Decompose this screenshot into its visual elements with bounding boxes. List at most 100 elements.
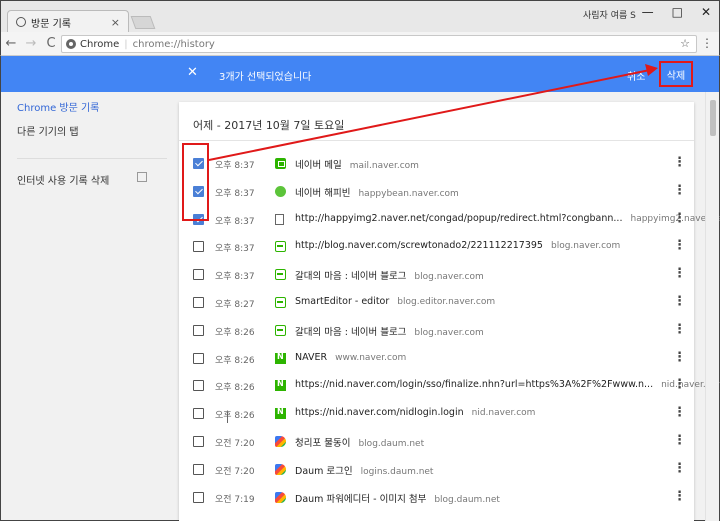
entry-domain: logins.daum.net	[360, 466, 434, 477]
clear-browsing-label: 인터넷 사용 기록 삭제	[17, 176, 110, 187]
row-checkbox[interactable]	[193, 269, 204, 281]
omnibox-url[interactable]: chrome://history	[133, 39, 215, 50]
history-row[interactable]: 오전 7:20 청리포 물동이 blog.daum.net ⋮	[179, 428, 694, 456]
more-actions-icon[interactable]: ⋮	[673, 155, 686, 170]
entry-link[interactable]: 갈대의 마음 : 네이버 블로그 blog.naver.com	[295, 268, 484, 282]
entry-link[interactable]: http://happyimg2.naver.net/congad/popup/…	[295, 213, 720, 224]
more-actions-icon[interactable]: ⋮	[673, 238, 686, 253]
visit-time: 오후 8:26	[215, 383, 255, 394]
page-scrollbar[interactable]	[705, 92, 719, 521]
visit-time: 오후 8:26	[215, 327, 255, 338]
tab-history[interactable]: 방문 기록 ×	[7, 10, 129, 33]
history-row[interactable]: 오후 8:26 https://nid.naver.com/login/sso/f…	[179, 372, 720, 400]
sidebar-item-chrome-history[interactable]: Chrome 방문 기록	[17, 102, 157, 126]
more-actions-icon[interactable]: ⋮	[673, 405, 686, 420]
more-actions-icon[interactable]: ⋮	[673, 211, 686, 226]
entry-link[interactable]: http://blog.naver.com/screwtonado2/22111…	[295, 240, 620, 251]
sidebar-divider	[17, 158, 167, 159]
bookmark-star-icon[interactable]: ☆	[680, 37, 690, 50]
entry-title[interactable]: http://blog.naver.com/screwtonado2/22111…	[295, 240, 543, 251]
reload-icon[interactable]: C	[41, 36, 61, 51]
more-actions-icon[interactable]: ⋮	[673, 266, 686, 281]
row-checkbox[interactable]	[193, 297, 204, 308]
row-checkbox[interactable]	[193, 491, 204, 503]
profile-name[interactable]: 사림자 여름 S	[583, 8, 636, 21]
sidebar-item-clear-browsing-data[interactable]: 인터넷 사용 기록 삭제	[17, 172, 157, 187]
sidebar-item-other-devices[interactable]: 다른 기기의 탭	[17, 126, 157, 150]
clear-selection-icon[interactable]: ✕	[187, 65, 198, 80]
history-sidebar: Chrome 방문 기록 다른 기기의 탭 인터넷 사용 기록 삭제	[17, 102, 167, 187]
visit-time: 오후 8:27	[215, 300, 255, 310]
entry-link[interactable]: https://nid.naver.com/login/sso/finalize…	[295, 379, 720, 390]
visit-time: 오전 7:20	[215, 439, 255, 449]
close-window-icon[interactable]: ✕	[701, 5, 711, 19]
entry-title[interactable]: 갈대의 마음 : 네이버 블로그	[295, 271, 406, 282]
entry-link[interactable]: SmartEditor - editor blog.editor.naver.co…	[295, 296, 495, 307]
entry-link[interactable]: 네이버 해피빈 happybean.naver.com	[295, 185, 459, 199]
more-actions-icon[interactable]: ⋮	[673, 377, 686, 392]
back-icon[interactable]: ←	[1, 36, 21, 51]
minimize-icon[interactable]: —	[642, 5, 654, 19]
history-row[interactable]: 오후 8:37 갈대의 마음 : 네이버 블로그 blog.naver.com ⋮	[179, 261, 694, 289]
more-actions-icon[interactable]: ⋮	[673, 461, 686, 476]
history-row[interactable]: 오후 8:37 http://happyimg2.naver.net/congad…	[179, 206, 720, 234]
entry-title[interactable]: 청리포 물동이	[295, 438, 350, 449]
history-row[interactable]: 오후 8:26 NAVER www.naver.com ⋮	[179, 345, 694, 373]
entry-link[interactable]: Daum 로그인 logins.daum.net	[295, 463, 433, 477]
row-checkbox[interactable]	[193, 463, 204, 475]
scrollbar-thumb[interactable]	[710, 100, 716, 136]
more-actions-icon[interactable]: ⋮	[673, 183, 686, 198]
history-row[interactable]: 오후 8:27 SmartEditor - editor blog.editor.n…	[179, 289, 694, 317]
entry-title[interactable]: 갈대의 마음 : 네이버 블로그	[295, 327, 406, 338]
address-bar[interactable]: Chrome | chrome://history ☆	[61, 35, 697, 53]
history-row[interactable]: 오후 8:37 http://blog.naver.com/screwtonado…	[179, 233, 694, 261]
entry-link[interactable]: NAVER www.naver.com	[295, 352, 406, 363]
entry-domain: blog.naver.com	[414, 272, 484, 283]
history-row[interactable]: 오후 8:37 네이버 해피빈 happybean.naver.com ⋮	[179, 178, 694, 206]
entry-domain: blog.naver.com	[550, 241, 621, 252]
naver-n-icon	[275, 352, 286, 364]
entry-link[interactable]: 네이버 메일 mail.naver.com	[295, 157, 419, 171]
entry-title[interactable]: https://nid.naver.com/login/sso/finalize…	[295, 379, 653, 390]
entry-title[interactable]: 네이버 메일	[295, 160, 342, 171]
entry-title[interactable]: SmartEditor - editor	[295, 296, 389, 307]
entry-title[interactable]: Daum 파워에디터 - 이미지 첨부	[295, 494, 426, 505]
entry-link[interactable]: Daum 파워에디터 - 이미지 첨부 blog.daum.net	[295, 491, 500, 505]
row-checkbox[interactable]	[193, 408, 204, 420]
entry-title[interactable]: 네이버 해피빈	[295, 188, 350, 199]
history-row[interactable]: 오후 8:37 네이버 메일 mail.naver.com ⋮	[179, 150, 694, 178]
visit-time: 오후 8:37	[215, 216, 255, 227]
more-actions-icon[interactable]: ⋮	[673, 350, 686, 365]
more-actions-icon[interactable]: ⋮	[673, 489, 686, 504]
delete-button[interactable]: 삭제	[659, 61, 693, 87]
history-row[interactable]: 오전 7:19 Daum 파워에디터 - 이미지 첨부 blog.daum.net ⋮	[179, 484, 694, 512]
row-checkbox[interactable]	[193, 352, 204, 364]
more-actions-icon[interactable]: ⋮	[673, 433, 686, 448]
history-row[interactable]: 오후 8:26 https://nid.naver.com/nidlogin.lo…	[179, 400, 694, 428]
more-actions-icon[interactable]: ⋮	[673, 294, 686, 309]
entry-title[interactable]: NAVER	[295, 352, 327, 363]
entry-title[interactable]: Daum 로그인	[295, 466, 353, 477]
history-row[interactable]: 오후 8:26 갈대의 마음 : 네이버 블로그 blog.naver.com ⋮	[179, 317, 694, 345]
chrome-menu-icon[interactable]: ⋮	[701, 36, 713, 50]
entry-title[interactable]: https://nid.naver.com/nidlogin.login	[295, 407, 464, 418]
entry-link[interactable]: https://nid.naver.com/nidlogin.login nid.…	[295, 407, 535, 418]
open-external-icon	[137, 172, 147, 182]
history-row[interactable]: 오전 7:20 Daum 로그인 logins.daum.net ⋮	[179, 456, 694, 484]
tab-close-icon[interactable]: ×	[111, 16, 128, 29]
more-actions-icon[interactable]: ⋮	[673, 322, 686, 337]
maximize-icon[interactable]: □	[672, 5, 683, 19]
row-checkbox[interactable]	[193, 324, 204, 336]
forward-icon[interactable]: →	[21, 36, 41, 51]
row-checkbox[interactable]	[193, 380, 204, 392]
row-checkbox[interactable]	[193, 241, 204, 253]
daum-icon	[275, 436, 286, 447]
row-checkbox[interactable]	[193, 436, 204, 447]
new-tab-button[interactable]	[130, 16, 156, 29]
entry-link[interactable]: 청리포 물동이 blog.daum.net	[295, 435, 424, 449]
cancel-button[interactable]: 취소	[627, 68, 645, 83]
happybean-icon	[275, 185, 286, 197]
entry-link[interactable]: 갈대의 마음 : 네이버 블로그 blog.naver.com	[295, 324, 484, 338]
entry-title[interactable]: http://happyimg2.naver.net/congad/popup/…	[295, 213, 622, 224]
entry-domain: happybean.naver.com	[358, 188, 459, 199]
